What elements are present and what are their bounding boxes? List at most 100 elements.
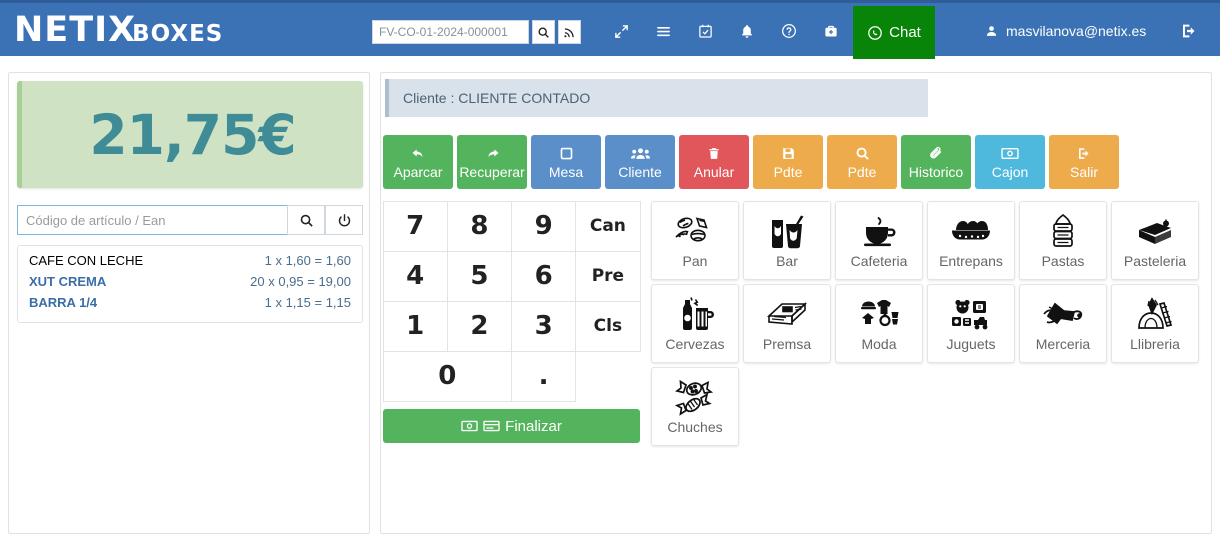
stationery-icon <box>1112 295 1198 335</box>
key-2[interactable]: 2 <box>446 300 512 352</box>
header-icon-group <box>600 3 852 59</box>
arrow-undo-icon <box>410 145 427 162</box>
item-calculation: 1 x 1,15 = 1,15 <box>264 295 351 310</box>
cajon-button[interactable]: Cajon <box>975 135 1045 189</box>
cliente-button[interactable]: Cliente <box>605 135 675 189</box>
rss-icon[interactable] <box>558 20 581 44</box>
key-4[interactable]: 4 <box>382 250 448 302</box>
anular-label: Anular <box>693 163 735 180</box>
chat-label: Chat <box>889 24 921 41</box>
key-7[interactable]: 7 <box>382 200 448 252</box>
historico-label: Historico <box>908 163 964 180</box>
anular-button[interactable]: Anular <box>679 135 749 189</box>
item-calculation: 20 x 0,95 = 19,00 <box>250 274 351 289</box>
logo-primary-text: NETIX <box>14 9 137 50</box>
category-tile-pastas[interactable]: Pastas <box>1019 201 1107 280</box>
item-name: CAFE CON LECHE <box>29 253 144 268</box>
document-search-input[interactable] <box>372 20 529 44</box>
menu-icon[interactable] <box>642 3 684 59</box>
list-item[interactable]: BARRA 1/4 1 x 1,15 = 1,15 <box>18 292 362 313</box>
key-decimal[interactable]: . <box>511 350 577 402</box>
expand-icon[interactable] <box>600 3 642 59</box>
fashion-icon <box>836 295 922 335</box>
finalizar-label: Finalizar <box>505 417 562 435</box>
cliente-label: Cliente <box>618 163 662 180</box>
category-label: Entrepans <box>939 253 1003 269</box>
historico-button[interactable]: Historico <box>901 135 971 189</box>
article-code-input[interactable] <box>17 205 287 235</box>
key-8[interactable]: 8 <box>446 200 512 252</box>
pastry-stack-icon <box>1020 212 1106 252</box>
recuperar-button[interactable]: Recuperar <box>457 135 527 189</box>
search-icon[interactable] <box>532 20 555 44</box>
category-label: Moda <box>861 336 897 352</box>
category-label: Juguets <box>946 336 996 352</box>
category-tile-moda[interactable]: Moda <box>835 284 923 363</box>
key-cls[interactable]: Cls <box>575 300 641 352</box>
mesa-button[interactable]: Mesa <box>531 135 601 189</box>
category-label: Pasteleria <box>1123 253 1187 269</box>
category-tile-chuches[interactable]: Chuches <box>651 367 739 446</box>
finalizar-button[interactable]: Finalizar <box>383 409 640 443</box>
key-6[interactable]: 6 <box>511 250 577 302</box>
users-icon <box>630 145 650 162</box>
client-info-bar[interactable]: Cliente : CLIENTE CONTADO <box>385 79 928 117</box>
ticket-items-list: CAFE CON LECHE 1 x 1,60 = 1,60 XUT CREMA… <box>17 245 363 323</box>
user-email-label: masvilanova@netix.es <box>1006 23 1147 39</box>
cajon-label: Cajon <box>991 163 1029 180</box>
sewing-icon <box>1020 295 1106 335</box>
help-circle-icon[interactable] <box>768 3 810 59</box>
aparcar-label: Aparcar <box>393 163 443 180</box>
ticket-panel: 21,75€ CAFE CON LECHE 1 x 1,60 = 1,60 XU… <box>8 72 370 534</box>
candy-icon <box>652 378 738 418</box>
header-search-group <box>372 20 581 44</box>
bell-icon[interactable] <box>726 3 768 59</box>
category-tile-premsa[interactable]: Premsa <box>743 284 831 363</box>
user-account-area[interactable]: masvilanova@netix.es <box>985 3 1146 59</box>
key-5[interactable]: 5 <box>446 250 512 302</box>
key-can[interactable]: Can <box>575 200 641 252</box>
category-label: Cervezas <box>665 336 725 352</box>
list-item[interactable]: XUT CREMA 20 x 0,95 = 19,00 <box>18 271 362 292</box>
item-name: XUT CREMA <box>29 274 107 289</box>
key-3[interactable]: 3 <box>511 300 577 352</box>
pdte-save-button[interactable]: Pdte <box>753 135 823 189</box>
category-tile-entrepans[interactable]: Entrepans <box>927 201 1015 280</box>
article-search-icon[interactable] <box>287 205 325 235</box>
category-label: Llibreria <box>1130 336 1180 352</box>
beer-icon <box>652 295 738 335</box>
key-0[interactable]: 0 <box>382 350 512 402</box>
category-label: Pan <box>682 253 708 269</box>
keypad-empty-cell <box>575 351 640 402</box>
list-item[interactable]: CAFE CON LECHE 1 x 1,60 = 1,60 <box>18 250 362 271</box>
category-tile-pasteleria[interactable]: Pasteleria <box>1111 201 1199 280</box>
calendar-check-icon[interactable] <box>684 3 726 59</box>
square-icon <box>559 145 574 162</box>
category-tile-cervezas[interactable]: Cervezas <box>651 284 739 363</box>
aparcar-button[interactable]: Aparcar <box>383 135 453 189</box>
bread-icon <box>652 212 738 252</box>
salir-label: Salir <box>1069 163 1098 180</box>
salir-button[interactable]: Salir <box>1049 135 1119 189</box>
receipt-icon <box>483 420 500 432</box>
save-icon <box>781 145 796 162</box>
category-tile-bar[interactable]: Bar <box>743 201 831 280</box>
chat-button[interactable]: Chat <box>853 6 935 59</box>
sandwich-icon <box>928 212 1014 252</box>
key-9[interactable]: 9 <box>511 200 577 252</box>
category-tile-juguets[interactable]: Juguets <box>927 284 1015 363</box>
article-code-row <box>17 205 363 235</box>
logout-icon[interactable] <box>1180 3 1198 59</box>
power-icon[interactable] <box>325 205 363 235</box>
key-pre[interactable]: Pre <box>575 250 641 302</box>
category-label: Premsa <box>762 336 812 352</box>
sign-out-icon <box>1076 145 1092 162</box>
category-tile-llibreria[interactable]: Llibreria <box>1111 284 1199 363</box>
briefcase-medical-icon[interactable] <box>810 3 852 59</box>
key-1[interactable]: 1 <box>382 300 448 352</box>
category-tile-cafeteria[interactable]: Cafeteria <box>835 201 923 280</box>
category-label: Cafeteria <box>850 253 908 269</box>
category-tile-merceria[interactable]: Merceria <box>1019 284 1107 363</box>
pdte-search-button[interactable]: Pdte <box>827 135 897 189</box>
category-tile-pan[interactable]: Pan <box>651 201 739 280</box>
